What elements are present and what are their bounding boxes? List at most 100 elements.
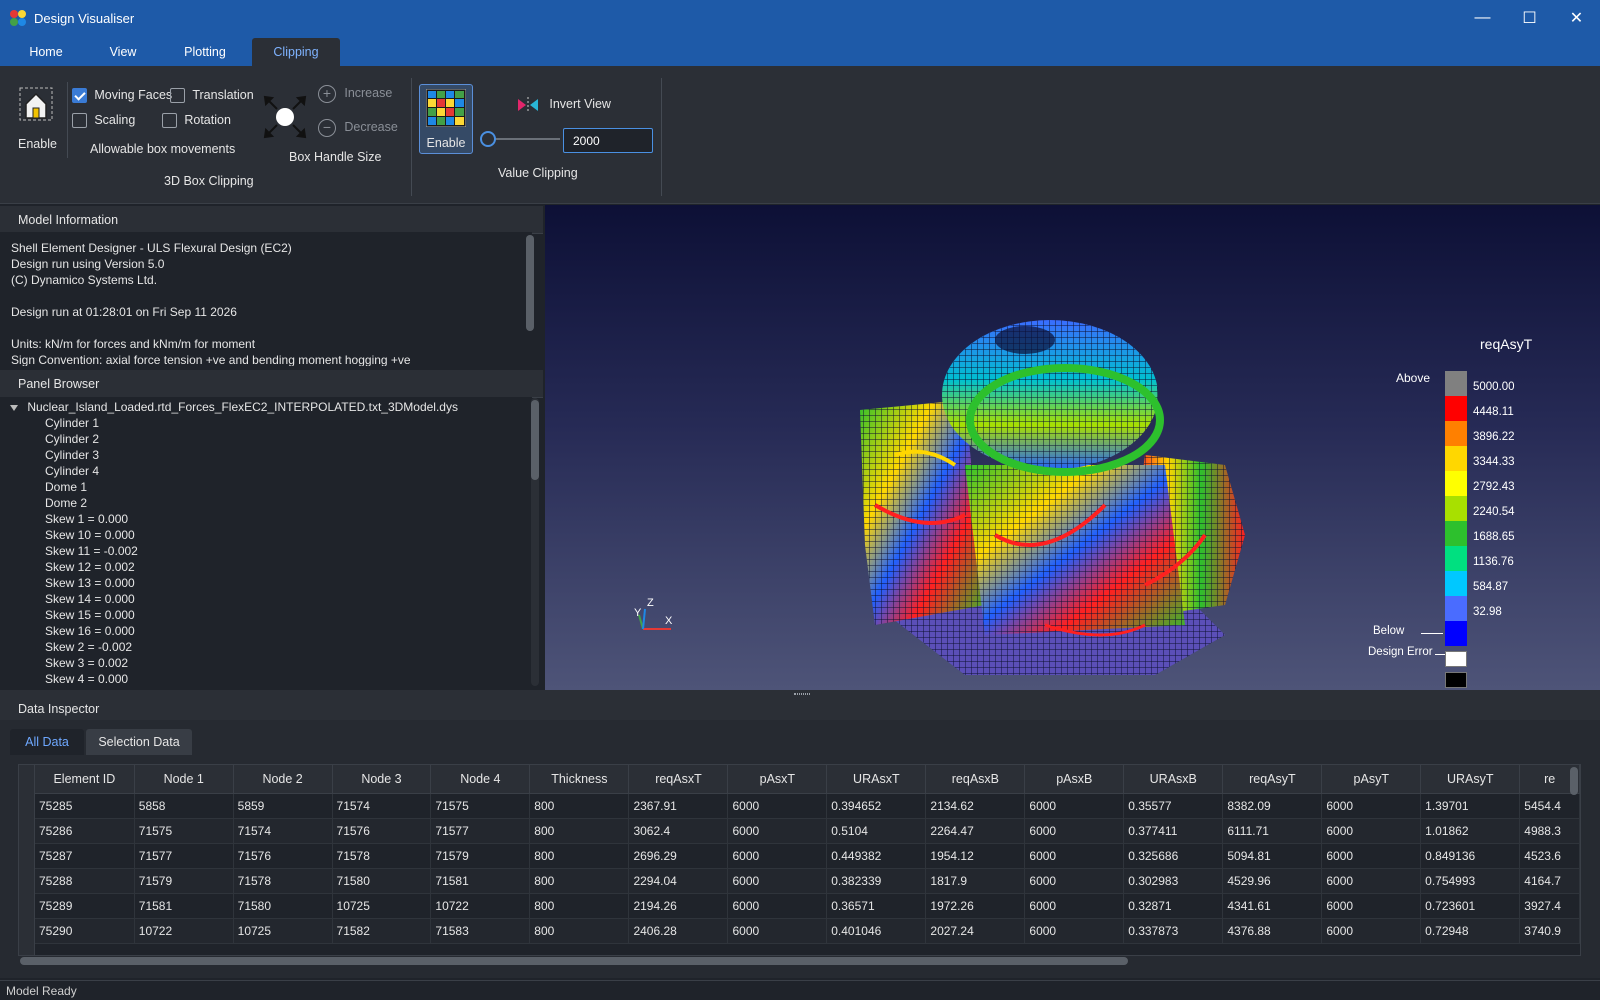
table-cell[interactable]: 2406.28 (628, 918, 729, 944)
column-header[interactable]: pAsxT (727, 765, 828, 794)
table-cell[interactable]: 71575 (430, 793, 531, 819)
table-vscroll-thumb[interactable] (1570, 767, 1578, 795)
value-clip-enable-button[interactable]: Enable (419, 84, 473, 154)
table-cell[interactable]: 0.32871 (1123, 893, 1224, 919)
table-cell[interactable]: 3062.4 (628, 818, 729, 844)
table-cell[interactable]: 10722 (134, 918, 234, 944)
table-cell[interactable]: 0.849136 (1420, 843, 1521, 869)
tree-item[interactable]: Skew 15 = 0.000 (0, 607, 532, 623)
table-cell[interactable]: 6000 (1321, 893, 1422, 919)
table-cell[interactable]: 75290 (35, 918, 135, 944)
table-cell[interactable]: 5094.81 (1222, 843, 1323, 869)
table-cell[interactable]: 6000 (727, 918, 828, 944)
table-cell[interactable]: 1817.9 (925, 868, 1026, 894)
box-clip-enable-button[interactable] (18, 86, 54, 122)
column-header[interactable]: pAsxB (1024, 765, 1125, 794)
table-cell[interactable]: 6000 (1321, 868, 1422, 894)
table-cell[interactable]: 6000 (1321, 918, 1422, 944)
translation-checkbox[interactable]: Translation (170, 88, 254, 104)
chevron-down-icon[interactable] (10, 404, 18, 411)
table-cell[interactable]: 0.723601 (1420, 893, 1521, 919)
model-info-scrollbar[interactable] (526, 235, 534, 331)
table-cell[interactable]: 3927.4 (1519, 893, 1580, 919)
table-cell[interactable]: 10725 (332, 893, 432, 919)
column-header[interactable]: pAsyT (1321, 765, 1422, 794)
table-cell[interactable]: 4988.3 (1519, 818, 1580, 844)
table-cell[interactable]: 0.754993 (1420, 868, 1521, 894)
table-cell[interactable]: 2027.24 (925, 918, 1026, 944)
rotation-check[interactable] (162, 113, 177, 129)
column-header[interactable]: Node 1 (134, 765, 234, 794)
table-cell[interactable]: 75285 (35, 793, 135, 819)
table-cell[interactable]: 71578 (332, 843, 432, 869)
table-cell[interactable]: 6000 (1024, 818, 1125, 844)
table-cell[interactable]: 0.5104 (826, 818, 927, 844)
table-cell[interactable]: 800 (529, 868, 630, 894)
tab-clipping[interactable]: Clipping (252, 38, 340, 66)
table-cell[interactable]: 8382.09 (1222, 793, 1323, 819)
decrease-button[interactable]: − Decrease (318, 119, 398, 137)
column-header[interactable]: URAsxB (1123, 765, 1224, 794)
table-cell[interactable]: 4529.96 (1222, 868, 1323, 894)
column-header[interactable]: Node 4 (430, 765, 531, 794)
table-cell[interactable]: 6111.71 (1222, 818, 1323, 844)
table-cell[interactable]: 0.325686 (1123, 843, 1224, 869)
table-cell[interactable]: 4164.7 (1519, 868, 1580, 894)
table-cell[interactable]: 71580 (233, 893, 333, 919)
tree-item[interactable]: Skew 16 = 0.000 (0, 623, 532, 639)
scroll-thumb[interactable] (531, 400, 539, 480)
table-cell[interactable]: 6000 (1321, 793, 1422, 819)
table-cell[interactable]: 800 (529, 843, 630, 869)
table-cell[interactable]: 10725 (233, 918, 333, 944)
tree-item[interactable]: Cylinder 4 (0, 463, 532, 479)
table-cell[interactable]: 5858 (134, 793, 234, 819)
scaling-checkbox[interactable]: Scaling (72, 113, 135, 129)
table-cell[interactable]: 3740.9 (1519, 918, 1580, 944)
table-row[interactable]: 75290 10722 10725 71582 71583 800 2406.28 6000 0… (35, 918, 1580, 944)
tree-item[interactable]: Skew 10 = 0.000 (0, 527, 532, 543)
data-table[interactable]: Element ID Node 1 Node 2 Node 3 Node 4 Thickn… (18, 764, 1581, 956)
table-cell[interactable]: 4376.88 (1222, 918, 1323, 944)
table-cell[interactable]: 71581 (430, 868, 531, 894)
table-cell[interactable]: 71580 (332, 868, 432, 894)
tree-item[interactable]: Skew 4 = 0.000 (0, 671, 532, 687)
tab-selection-data[interactable]: Selection Data (86, 729, 192, 755)
table-cell[interactable]: 71579 (430, 843, 531, 869)
tab-plotting[interactable]: Plotting (166, 38, 244, 66)
column-header[interactable]: Node 3 (332, 765, 432, 794)
table-row[interactable]: 75286 71575 71574 71576 71577 800 3062.4 6000 0.… (35, 818, 1580, 844)
table-cell[interactable]: 1.01862 (1420, 818, 1521, 844)
column-header[interactable]: URAsxT (826, 765, 927, 794)
table-cell[interactable]: 6000 (1024, 893, 1125, 919)
table-cell[interactable]: 71574 (332, 793, 432, 819)
table-cell[interactable]: 2367.91 (628, 793, 729, 819)
table-cell[interactable]: 1.39701 (1420, 793, 1521, 819)
table-cell[interactable]: 0.382339 (826, 868, 927, 894)
tab-home[interactable]: Home (12, 38, 80, 66)
slider-handle[interactable] (480, 131, 496, 147)
table-cell[interactable]: 6000 (727, 843, 828, 869)
column-header[interactable]: Node 2 (233, 765, 333, 794)
table-cell[interactable]: 0.337873 (1123, 918, 1224, 944)
column-header[interactable]: reqAsxT (628, 765, 729, 794)
hscroll-thumb[interactable] (20, 957, 1128, 965)
tab-view[interactable]: View (90, 38, 156, 66)
splitter-handle[interactable] (0, 690, 1600, 698)
table-cell[interactable]: 6000 (1321, 818, 1422, 844)
box-handle-button[interactable] (262, 94, 308, 140)
table-cell[interactable]: 800 (529, 918, 630, 944)
table-cell[interactable]: 71577 (134, 843, 234, 869)
data-grid[interactable]: Element ID Node 1 Node 2 Node 3 Node 4 Thickn… (35, 765, 1580, 944)
table-cell[interactable]: 0.401046 (826, 918, 927, 944)
table-row[interactable]: 75288 71579 71578 71580 71581 800 2294.04 6000 0… (35, 868, 1580, 894)
tree-item[interactable]: Dome 1 (0, 479, 532, 495)
column-header[interactable]: Element ID (35, 765, 135, 794)
table-cell[interactable]: 4523.6 (1519, 843, 1580, 869)
tab-all-data[interactable]: All Data (10, 729, 84, 755)
table-cell[interactable]: 6000 (1024, 918, 1125, 944)
column-header[interactable]: reqAsyT (1222, 765, 1323, 794)
table-cell[interactable]: 71579 (134, 868, 234, 894)
minimize-button[interactable]: — (1459, 0, 1506, 36)
table-row[interactable]: 75285 5858 5859 71574 71575 800 2367.91 6000 0.3… (35, 793, 1580, 819)
tree-item[interactable]: Skew 1 = 0.000 (0, 511, 532, 527)
